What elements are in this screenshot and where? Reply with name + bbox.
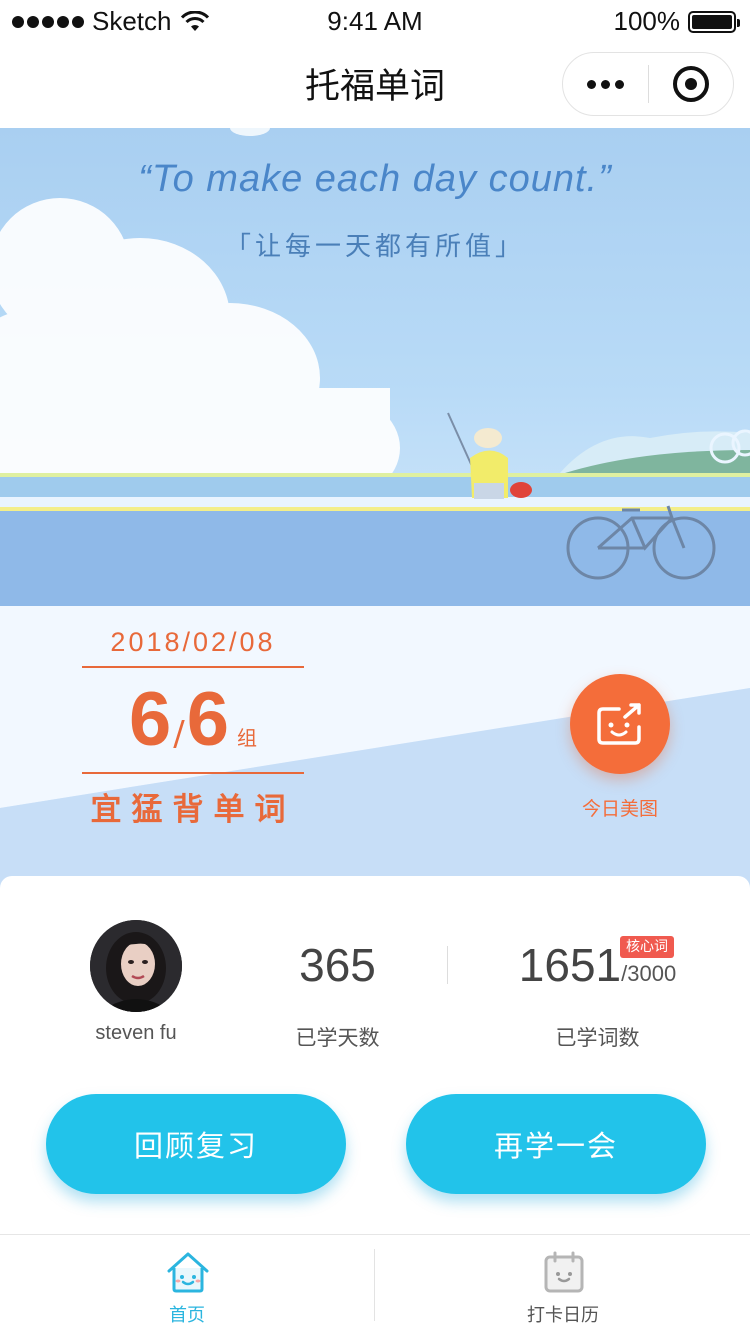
tab-checkin-calendar-label: 打卡日历 <box>527 1305 599 1326</box>
tab-home-label: 首页 <box>169 1305 205 1326</box>
quote-chinese: 「让每一天都有所值」 <box>224 232 525 262</box>
avatar-image <box>90 920 182 1012</box>
progress-separator: / <box>173 714 185 754</box>
days-learned-label: 已学天数 <box>295 1026 380 1050</box>
close-mini-program-button[interactable] <box>649 53 734 115</box>
stats-divider <box>447 946 448 984</box>
words-learned-label: 已学词数 <box>555 1026 640 1050</box>
quote-english: “To make each day count.” <box>138 158 612 200</box>
groups-unit: 组 <box>237 726 258 750</box>
daily-photo-button[interactable] <box>570 674 670 774</box>
tab-checkin-calendar[interactable]: 打卡日历 <box>376 1235 750 1334</box>
divider <box>82 772 304 774</box>
groups-total: 6 <box>186 677 230 762</box>
groups-done: 6 <box>128 677 172 762</box>
daily-motto: 宜猛背单词 <box>90 792 296 828</box>
tab-divider <box>374 1249 375 1321</box>
daily-progress-block: 2018/02/08 6 / 6 组 宜猛背单词 <box>82 622 304 829</box>
learn-more-button[interactable]: 再学一会 <box>406 1094 706 1194</box>
calendar-icon <box>544 1251 584 1293</box>
hero-banner: “To make each day count.” 「让每一天都有所值」 201… <box>0 128 750 888</box>
avatar[interactable] <box>90 920 182 1012</box>
words-total: /3000 <box>621 961 677 986</box>
tab-home[interactable]: 首页 <box>0 1235 374 1334</box>
words-learned: 1651/3000 <box>500 938 695 992</box>
days-learned-value: 365 <box>299 939 376 991</box>
status-bar: Sketch 9:41 AM 100% <box>0 0 750 44</box>
status-right: 100% <box>613 6 740 37</box>
battery-icon <box>688 10 740 33</box>
target-icon <box>672 66 709 102</box>
today-date: 2018/02/08 <box>110 627 276 657</box>
mini-program-capsule <box>562 52 734 116</box>
tab-bar: 首页 打卡日历 <box>0 1234 750 1334</box>
more-options-icon[interactable] <box>563 53 648 115</box>
username: steven fu <box>95 1022 177 1044</box>
stats-card: steven fu 365 已学天数 核心词 1651/3000 已学词数 回顾… <box>0 876 750 1234</box>
daily-photo-label[interactable]: 今日美图 <box>560 794 680 821</box>
share-image-icon <box>597 703 641 745</box>
nav-bar: 托福单词 <box>0 44 750 128</box>
words-learned-value: 1651 <box>518 939 622 991</box>
review-button[interactable]: 回顾复习 <box>46 1094 346 1194</box>
group-progress: 6 / 6 组 <box>82 668 304 772</box>
home-icon <box>167 1252 209 1293</box>
battery-percent: 100% <box>613 6 681 36</box>
